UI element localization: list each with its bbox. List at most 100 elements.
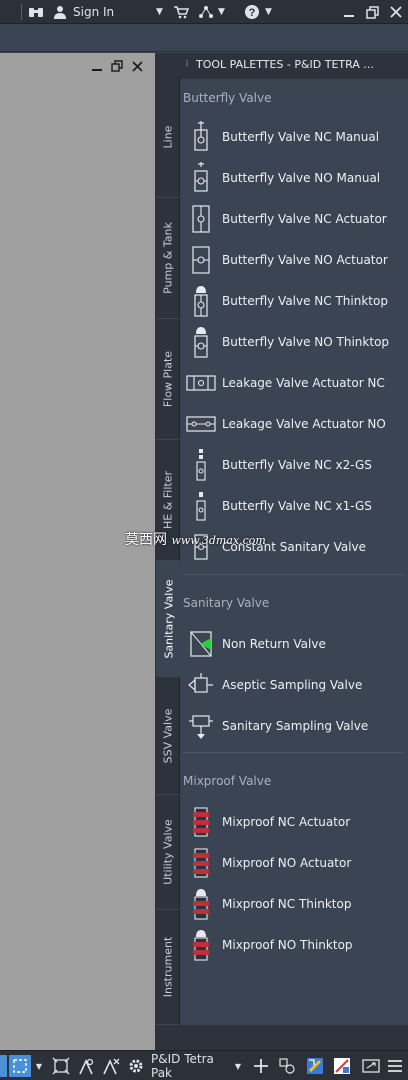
tool-butterfly-valve-nc-manual[interactable]: Butterfly Valve NC Manual — [180, 117, 408, 157]
tab-label: HE & Filter — [161, 470, 174, 530]
palette-header[interactable]: ⁞ TOOL PALETTES - P&ID TETRA ... — [178, 53, 408, 75]
clean-screen-icon[interactable] — [331, 1056, 353, 1076]
tool-label: Mixproof NO Thinktop — [222, 938, 353, 952]
tab-sanitary-valve[interactable]: Sanitary Valve — [156, 561, 182, 677]
dropdown-icon[interactable]: ▼ — [218, 3, 225, 21]
close-icon[interactable] — [130, 59, 144, 73]
tool-leakage-valve-actuator-nc[interactable]: Leakage Valve Actuator NC — [180, 363, 408, 403]
butterfly-valve-thinktop-icon — [180, 281, 222, 321]
group-separator — [183, 574, 403, 575]
user-icon[interactable] — [53, 3, 67, 21]
tab-instrument[interactable]: Instrument — [156, 910, 180, 1025]
butterfly-valve-manual-icon — [180, 117, 222, 157]
tool-leakage-valve-actuator-no[interactable]: Leakage Valve Actuator NO — [180, 404, 408, 444]
tool-mixproof-nc-thinktop[interactable]: Mixproof NC Thinktop — [180, 884, 408, 924]
annotation-visibility-icon[interactable] — [100, 1056, 122, 1076]
svg-text:?: ? — [249, 7, 256, 19]
tool-butterfly-valve-nc-actuator[interactable]: Butterfly Valve NC Actuator — [180, 199, 408, 239]
tool-label: Butterfly Valve NC x2-GS — [222, 458, 372, 472]
butterfly-valve-actuator-icon — [180, 240, 222, 280]
tool-constant-sanitary-valve[interactable]: Constant Sanitary Valve — [180, 527, 408, 567]
tool-butterfly-valve-no-actuator[interactable]: Butterfly Valve NO Actuator — [180, 240, 408, 280]
non-return-valve-icon — [180, 624, 222, 664]
butterfly-valve-gs-icon — [180, 445, 222, 485]
dropdown-icon: ▼ — [234, 1061, 241, 1071]
selection-cycle-icon[interactable] — [50, 1056, 72, 1076]
dropdown-icon[interactable]: ▼ — [33, 1056, 45, 1076]
help-icon[interactable]: ? — [244, 3, 260, 21]
palette-content: Butterfly Valve Butterfly Valve NC Manua… — [180, 79, 408, 1025]
isolate-objects-icon[interactable] — [276, 1056, 298, 1076]
tab-label: Line — [161, 125, 174, 149]
tool-mixproof-no-actuator[interactable]: Mixproof NO Actuator — [180, 843, 408, 883]
grip-icon[interactable]: ⁞ — [182, 59, 192, 69]
tool-palette: ⁞ TOOL PALETTES - P&ID TETRA ... Line Pu… — [155, 53, 408, 1050]
tab-he-filter[interactable]: HE & Filter — [156, 440, 180, 561]
tab-line[interactable]: Line — [156, 77, 180, 198]
tool-non-return-valve[interactable]: Non Return Valve — [180, 624, 408, 664]
tool-butterfly-valve-no-thinktop[interactable]: Butterfly Valve NO Thinktop — [180, 322, 408, 362]
title-bar: Sign In ▼ ▼ ? ▼ — [0, 0, 408, 24]
selection-mode-icon[interactable] — [9, 1055, 31, 1077]
dropdown-icon[interactable]: ▼ — [265, 3, 272, 21]
mixproof-thinktop-icon — [180, 884, 222, 924]
tool-butterfly-valve-no-manual[interactable]: Butterfly Valve NO Manual — [180, 158, 408, 198]
customization-menu-icon[interactable] — [385, 1056, 405, 1076]
tool-label: Sanitary Sampling Valve — [222, 719, 369, 733]
tool-butterfly-valve-nc-x2-gs[interactable]: Butterfly Valve NC x2-GS — [180, 445, 408, 485]
drawing-area[interactable] — [0, 53, 155, 1050]
close-icon[interactable] — [390, 3, 402, 21]
active-indicator — [0, 1055, 7, 1077]
tab-pump-tank[interactable]: Pump & Tank — [156, 198, 180, 319]
tab-label: Pump & Tank — [161, 222, 174, 294]
drawing-window-controls — [90, 59, 144, 73]
tool-label: Butterfly Valve NC Manual — [222, 130, 380, 144]
annotation-scale-icon[interactable] — [75, 1056, 97, 1076]
minimize-icon[interactable] — [90, 59, 104, 73]
mixproof-valve-icon — [180, 802, 222, 842]
plus-icon[interactable] — [250, 1056, 272, 1076]
tool-butterfly-valve-nc-x1-gs[interactable]: Butterfly Valve NC x1-GS — [180, 486, 408, 526]
palette-tabs: Line Pump & Tank Flow Plate HE & Filter … — [156, 77, 182, 1025]
tool-label: Leakage Valve Actuator NC — [222, 376, 385, 390]
group-separator — [183, 752, 403, 753]
workspace-switch[interactable]: P&ID Tetra Pak ▼ — [151, 1052, 241, 1080]
tool-label: Leakage Valve Actuator NO — [222, 417, 386, 431]
sign-in-link[interactable]: Sign In — [73, 3, 114, 21]
tool-mixproof-nc-actuator[interactable]: Mixproof NC Actuator — [180, 802, 408, 842]
tool-label: Aseptic Sampling Valve — [222, 678, 363, 692]
mixproof-valve-icon — [180, 843, 222, 883]
tab-ssv-valve[interactable]: SSV Valve — [156, 677, 180, 795]
palette-title: TOOL PALETTES - P&ID TETRA ... — [196, 57, 374, 71]
tool-label: Butterfly Valve NC Thinktop — [222, 294, 388, 308]
binoculars-icon[interactable] — [28, 3, 44, 21]
tool-butterfly-valve-nc-thinktop[interactable]: Butterfly Valve NC Thinktop — [180, 281, 408, 321]
toolbar-separator — [21, 4, 22, 20]
tool-mixproof-no-thinktop[interactable]: Mixproof NO Thinktop — [180, 925, 408, 965]
workspace-label: P&ID Tetra Pak — [151, 1052, 214, 1080]
tool-label: Butterfly Valve NC Actuator — [222, 212, 387, 226]
cart-icon[interactable] — [173, 3, 189, 21]
network-icon[interactable] — [198, 3, 214, 21]
hardware-acceleration-icon[interactable] — [303, 1056, 327, 1076]
status-bar: ▼ P&ID Tetra Pak ▼ — [0, 1050, 408, 1080]
tab-label: SSV Valve — [161, 708, 174, 763]
restore-icon[interactable] — [366, 3, 379, 21]
tool-label: Mixproof NC Actuator — [222, 815, 351, 829]
dropdown-icon[interactable]: ▼ — [156, 3, 163, 21]
group-title-butterfly-valve: Butterfly Valve — [183, 91, 272, 105]
fullscreen-icon[interactable] — [360, 1056, 382, 1076]
butterfly-valve-gs-icon — [180, 486, 222, 526]
tab-label: Flow Plate — [161, 350, 174, 408]
tab-utility-valve[interactable]: Utility Valve — [156, 795, 180, 910]
tab-label: Utility Valve — [161, 819, 174, 885]
tool-aseptic-sampling-valve[interactable]: Aseptic Sampling Valve — [180, 665, 408, 705]
tool-label: Butterfly Valve NO Manual — [222, 171, 381, 185]
tool-sanitary-sampling-valve[interactable]: Sanitary Sampling Valve — [180, 706, 408, 746]
constant-valve-icon — [180, 527, 222, 567]
tab-flow-plate[interactable]: Flow Plate — [156, 319, 180, 440]
minimize-icon[interactable] — [343, 3, 355, 21]
gear-icon[interactable] — [125, 1056, 147, 1076]
restore-icon[interactable] — [110, 59, 124, 73]
sampling-valve-icon — [180, 665, 222, 705]
